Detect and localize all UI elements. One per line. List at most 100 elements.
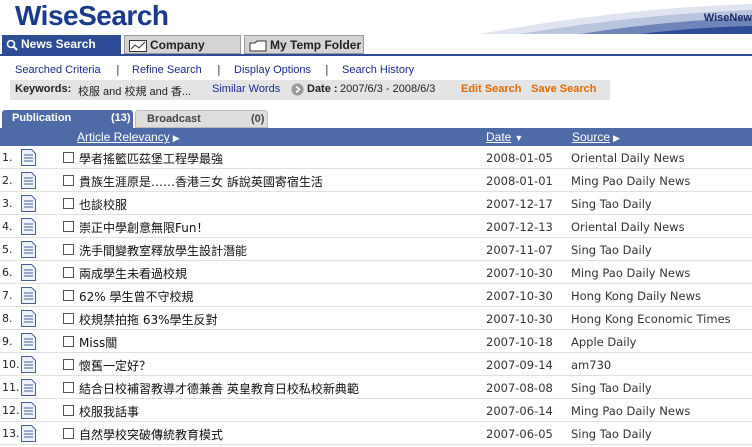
sort-right-icon: ▶ — [172, 133, 180, 143]
document-icon[interactable] — [21, 402, 36, 419]
keywords-label: Keywords: — [15, 83, 72, 95]
subnav-refine-search[interactable]: Refine Search — [132, 64, 202, 76]
document-icon[interactable] — [21, 425, 36, 442]
article-source: Sing Tao Daily — [571, 381, 652, 395]
article-date: 2007-06-14 — [486, 404, 553, 418]
article-title-link[interactable]: 懷舊一定好？ — [79, 357, 151, 374]
document-icon[interactable] — [21, 241, 36, 258]
tab-my-temp-folder[interactable]: My Temp Folder — [244, 35, 364, 54]
article-title-link[interactable]: 洗手間變教室釋放學生設計潛能 — [79, 242, 247, 259]
document-icon[interactable] — [21, 149, 36, 166]
table-row: 3. 也談校服 2007-12-17 Sing Tao Daily — [0, 192, 752, 215]
article-source: Ming Pao Daily News — [571, 266, 691, 280]
tab-news-search[interactable]: News Search — [2, 35, 121, 54]
table-row: 12. 校服我話事 2007-06-14 Ming Pao Daily News — [0, 399, 752, 422]
article-title-link[interactable]: 校服我話事 — [79, 403, 139, 420]
row-number: 5. — [2, 243, 13, 256]
row-number: 11. — [2, 381, 20, 394]
article-title-link[interactable]: 學者搖籃匹茲堡工程學最強 — [79, 150, 223, 167]
column-article-relevancy[interactable]: Article Relevancy ▶ — [77, 130, 180, 144]
document-icon[interactable] — [21, 310, 36, 327]
publication-tabs: Publication (13) Broadcast (0) — [0, 110, 752, 128]
document-icon[interactable] — [21, 333, 36, 350]
article-source: Hong Kong Economic Times — [571, 312, 731, 326]
article-source: Ming Pao Daily News — [571, 404, 691, 418]
row-checkbox[interactable] — [63, 198, 74, 209]
results-table: 1. 學者搖籃匹茲堡工程學最強 2008-01-05 Oriental Daily N… — [0, 146, 752, 445]
document-icon[interactable] — [21, 379, 36, 396]
subnav-search-history[interactable]: Search History — [342, 64, 414, 76]
keywords-bar: Keywords: 校服 and 校規 and 香... Similar Wor… — [10, 80, 610, 100]
article-source: Hong Kong Daily News — [571, 289, 702, 303]
similar-words-link[interactable]: Similar Words — [212, 83, 280, 95]
table-row: 1. 學者搖籃匹茲堡工程學最強 2008-01-05 Oriental Daily N… — [0, 146, 752, 169]
article-title-link[interactable]: Miss關 — [79, 334, 117, 351]
table-row: 10. 懷舊一定好？ 2007-09-14 am730 — [0, 353, 752, 376]
article-title-link[interactable]: 62% 學生曾不守校規 — [79, 288, 194, 305]
date-label: Date : — [307, 83, 338, 95]
row-checkbox[interactable] — [63, 336, 74, 347]
row-number: 8. — [2, 312, 13, 325]
article-title-link[interactable]: 校規禁拍拖 63%學生反對 — [79, 311, 218, 328]
row-checkbox[interactable] — [63, 267, 74, 278]
row-checkbox[interactable] — [63, 428, 74, 439]
article-title-link[interactable]: 貴族生涯原是……香港三女 訴說英國寄宿生活 — [79, 173, 323, 190]
wisesearch-logo[interactable]: WiseSearch — [15, 0, 169, 32]
date-range-value: 2007/6/3 - 2008/6/3 — [340, 83, 436, 95]
tab-company-search[interactable]: Company Search — [124, 35, 241, 71]
article-date: 2007-10-30 — [486, 312, 553, 326]
document-icon[interactable] — [21, 287, 36, 304]
row-checkbox[interactable] — [63, 221, 74, 232]
row-checkbox[interactable] — [63, 175, 74, 186]
article-source: Sing Tao Daily — [571, 427, 652, 441]
row-checkbox[interactable] — [63, 405, 74, 416]
row-checkbox[interactable] — [63, 152, 74, 163]
row-checkbox[interactable] — [63, 290, 74, 301]
article-source: Oriental Daily News — [571, 151, 685, 165]
document-icon[interactable] — [21, 218, 36, 235]
article-title-link[interactable]: 也談校服 — [79, 196, 127, 213]
edit-search-link[interactable]: Edit Search — [461, 83, 522, 95]
subnav-separator: | — [325, 63, 329, 76]
row-number: 7. — [2, 289, 13, 302]
article-title-link[interactable]: 崇正中學創意無限Fun！ — [79, 219, 208, 236]
subnav-display-options[interactable]: Display Options — [234, 64, 311, 76]
article-date: 2007-06-05 — [486, 427, 553, 441]
tab-my-temp-folder-label: My Temp Folder — [270, 38, 362, 52]
document-icon[interactable] — [21, 356, 36, 373]
table-row: 13. 自然學校突破傳統教育模式 2007-06-05 Sing Tao Daily — [0, 422, 752, 445]
subnav-separator: | — [116, 63, 120, 76]
document-icon[interactable] — [21, 195, 36, 212]
row-number: 2. — [2, 174, 13, 187]
row-checkbox[interactable] — [63, 313, 74, 324]
row-number: 3. — [2, 197, 13, 210]
column-source[interactable]: Source ▶ — [572, 130, 620, 144]
tab-publication[interactable]: Publication (13) — [2, 110, 133, 128]
row-checkbox[interactable] — [63, 359, 74, 370]
sort-right-icon: ▶ — [613, 133, 620, 143]
tab-publication-count: (13) — [111, 112, 131, 124]
chart-icon — [129, 39, 147, 52]
column-date[interactable]: Date ▼ — [486, 130, 523, 144]
article-source: am730 — [571, 358, 612, 372]
row-number: 1. — [2, 151, 13, 164]
article-title-link[interactable]: 自然學校突破傳統教育模式 — [79, 426, 223, 443]
document-icon[interactable] — [21, 264, 36, 281]
article-date: 2007-11-07 — [486, 243, 553, 257]
table-row: 2. 貴族生涯原是……香港三女 訴說英國寄宿生活 2008-01-01 Ming Pa… — [0, 169, 752, 192]
article-source: Sing Tao Daily — [571, 197, 652, 211]
row-checkbox[interactable] — [63, 244, 74, 255]
table-row: 6. 兩成學生未看過校規 2007-10-30 Ming Pao Daily News — [0, 261, 752, 284]
row-checkbox[interactable] — [63, 382, 74, 393]
tab-publication-label: Publication — [12, 112, 72, 124]
article-title-link[interactable]: 結合日校補習教導才德兼善 英皇教育日校私校新典範 — [79, 380, 359, 397]
arrow-circle-icon[interactable] — [291, 83, 304, 96]
row-number: 9. — [2, 335, 13, 348]
column-article-relevancy-label: Article Relevancy — [77, 130, 170, 144]
document-icon[interactable] — [21, 172, 36, 189]
article-title-link[interactable]: 兩成學生未看過校規 — [79, 265, 187, 282]
subnav-searched-criteria[interactable]: Searched Criteria — [15, 64, 101, 76]
tab-broadcast[interactable]: Broadcast (0) — [135, 110, 268, 128]
save-search-link[interactable]: Save Search — [531, 83, 596, 95]
subnav-separator: | — [217, 63, 221, 76]
